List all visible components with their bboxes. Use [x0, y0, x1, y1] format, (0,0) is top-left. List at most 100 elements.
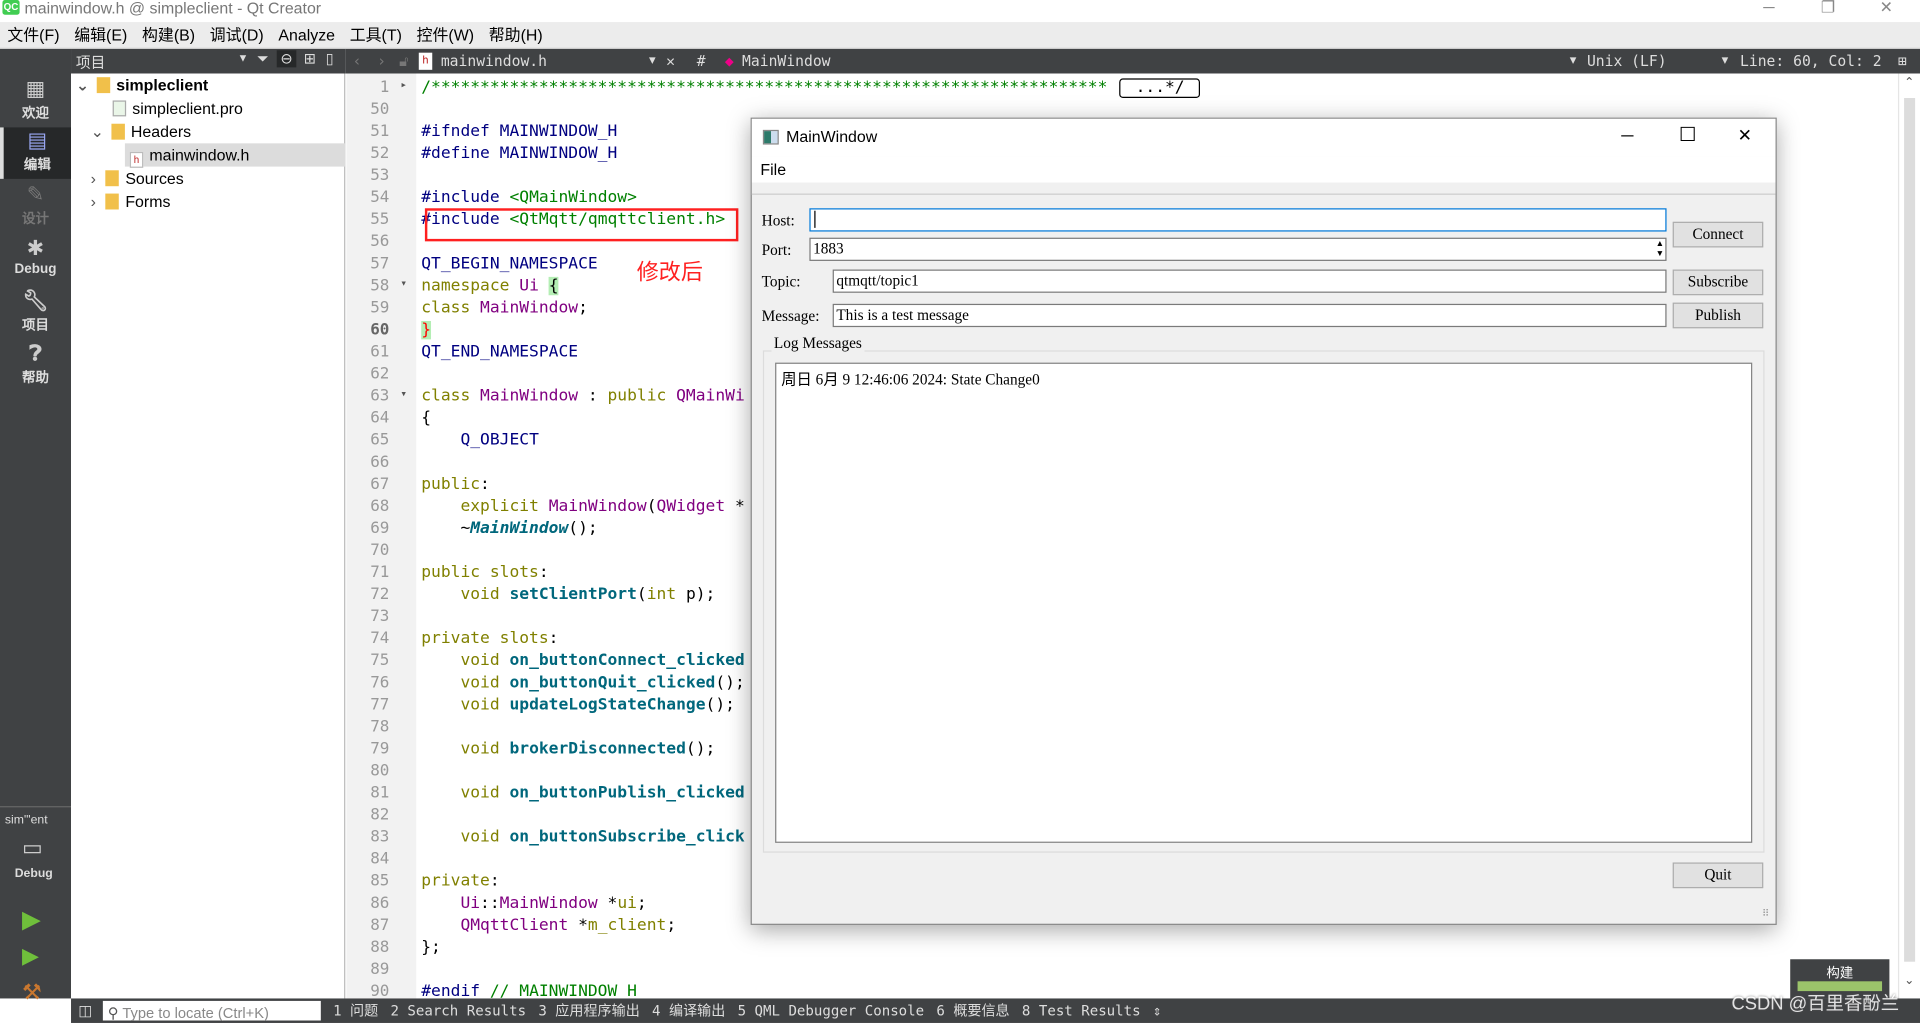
minimize-button[interactable]: ─ — [1763, 0, 1774, 16]
symbol-selector[interactable]: MainWindow — [742, 49, 830, 74]
build-hammer-button[interactable]: ⚒ — [22, 980, 42, 1006]
more-tabs-icon[interactable]: ⇕ — [1153, 1002, 1161, 1019]
mode-debug[interactable]: ✱ Debug — [0, 235, 71, 286]
mode-design[interactable]: ✎ 设计 — [0, 181, 71, 232]
menu-analyze[interactable]: Analyze — [271, 22, 342, 49]
line-number: 84 — [370, 850, 390, 869]
topic-input[interactable]: qtmqtt/topic1 — [832, 269, 1667, 293]
mode-edit[interactable]: ▤ 编辑 — [0, 127, 72, 179]
tab-search-results[interactable]: 2 Search Results — [390, 1002, 526, 1019]
line-number: 77 — [370, 695, 390, 715]
menu-debug[interactable]: 调试(D) — [202, 22, 271, 49]
code-line: } — [421, 320, 431, 342]
line-number: 63 — [370, 387, 390, 406]
chevron-down-icon[interactable]: ▼ — [1570, 49, 1577, 74]
fold-marker-icon[interactable]: ▸ — [400, 80, 407, 92]
code-token: p); — [685, 585, 716, 604]
filter-icon[interactable]: ⏷ — [257, 50, 269, 68]
split-editor-icon[interactable]: ⊞ — [1898, 49, 1907, 74]
tree-item-simpleclient[interactable]: ⌄ simpleclient — [76, 74, 208, 97]
dialog-minimize-button[interactable]: ─ — [1621, 125, 1633, 145]
host-input[interactable] — [809, 208, 1667, 232]
debug-run-button[interactable]: ▶ — [22, 943, 39, 969]
port-spinbox[interactable]: 1883 ▲ ▼ — [809, 237, 1667, 261]
menu-controls[interactable]: 控件(W) — [409, 22, 481, 49]
mode-projects[interactable]: 🔧︎ 项目 — [0, 288, 71, 339]
tree-item-forms[interactable]: › Forms — [91, 190, 171, 213]
document-selector[interactable]: mainwindow.h — [441, 49, 547, 74]
locator-input[interactable]: ⚲ Type to locate (Ctrl+K) — [102, 1000, 321, 1022]
code-token: /***************************************… — [421, 78, 1108, 97]
chevron-down-icon[interactable]: ▼ — [238, 51, 249, 63]
code-line: ~MainWindow(); — [421, 518, 597, 540]
tab-general-messages[interactable]: 6 概要信息 — [936, 1002, 1009, 1019]
chevron-down-icon[interactable]: ▼ — [1722, 49, 1729, 74]
chevron-down-icon[interactable]: ▼ — [649, 49, 656, 74]
scroll-down-icon[interactable]: ⌄ — [1904, 974, 1914, 987]
tab-compile-output[interactable]: 4 编译输出 — [652, 1002, 725, 1019]
close-document-button[interactable]: ✕ — [666, 49, 675, 74]
menu-edit[interactable]: 编辑(E) — [67, 22, 135, 49]
code-line: void updateLogStateChange(); — [421, 695, 734, 717]
close-pane-icon[interactable]: ▯ — [326, 50, 334, 67]
tree-item-sources[interactable]: › Sources — [91, 167, 184, 190]
message-input[interactable]: This is a test message — [832, 303, 1667, 328]
fold-marker-icon[interactable]: ▾ — [400, 388, 407, 400]
subscribe-button[interactable]: Subscribe — [1672, 269, 1764, 296]
editor-scrollbar[interactable]: ⌃ ⌄ — [1897, 73, 1920, 999]
publish-button[interactable]: Publish — [1672, 302, 1764, 329]
menu-build[interactable]: 构建(B) — [135, 22, 203, 49]
project-view-selector[interactable]: 项目 — [76, 51, 105, 72]
code-token: MainWindow — [480, 298, 579, 318]
tab-app-output[interactable]: 3 应用程序输出 — [538, 1002, 639, 1019]
menu-help[interactable]: 帮助(H) — [481, 22, 550, 49]
scroll-up-icon[interactable]: ⌃ — [1904, 76, 1914, 89]
close-button[interactable]: ✕ — [1880, 0, 1893, 17]
monitor-icon[interactable]: ▭ — [22, 836, 43, 862]
cursor-position[interactable]: Line: 60, Col: 2 — [1740, 49, 1882, 74]
code-token: }; — [421, 938, 441, 957]
tab-issues[interactable]: 1 问题 — [333, 1002, 378, 1019]
menu-tools[interactable]: 工具(T) — [342, 22, 409, 49]
tree-item-headers[interactable]: ⌄ Headers — [91, 120, 191, 143]
code-token: MAINWINDOW_H — [499, 144, 618, 163]
dialog-menu-file[interactable]: File — [760, 160, 786, 178]
split-icon[interactable]: ⊞ — [304, 50, 316, 67]
back-button[interactable]: ‹ — [353, 49, 362, 74]
dialog-maximize-button[interactable]: ☐ — [1679, 123, 1697, 148]
tree-item-pro[interactable]: simpleclient.pro — [112, 97, 243, 120]
fold-marker-icon[interactable]: ▾ — [400, 278, 407, 290]
menu-file[interactable]: 文件(F) — [0, 22, 67, 49]
toggle-sidebar-icon[interactable]: ◫ — [78, 998, 92, 1023]
mode-help[interactable]: ❓︎ 帮助 — [0, 341, 71, 392]
restore-button[interactable]: ❐ — [1821, 0, 1835, 17]
message-label: Message: — [761, 307, 820, 325]
code-token: ui — [617, 894, 637, 913]
kit-selector-label[interactable]: sim"'ent — [5, 813, 48, 826]
tab-qml-debugger[interactable]: 5 QML Debugger Console — [738, 1002, 925, 1019]
tab-test-results[interactable]: 8 Test Results — [1022, 1002, 1141, 1019]
spin-arrows-icon[interactable]: ▲ ▼ — [1656, 239, 1664, 259]
link-icon[interactable]: ⊖ — [276, 50, 297, 68]
log-textarea[interactable]: 周日 6月 9 12:46:06 2024: State Change0 — [775, 362, 1753, 843]
line-number: 55 — [370, 210, 390, 230]
line-number: 79 — [370, 739, 390, 759]
code-line: Ui::MainWindow *ui; — [421, 893, 646, 915]
code-line: void on_buttonConnect_clicked — [421, 651, 744, 673]
dialog-menubar: File — [751, 156, 1776, 183]
dialog-close-button[interactable]: ✕ — [1738, 125, 1752, 146]
line-ending-selector[interactable]: Unix (LF) — [1587, 49, 1667, 74]
folded-comment-marker[interactable]: ...*/ — [1119, 78, 1201, 99]
mode-welcome[interactable]: ▦ 欢迎 — [0, 76, 71, 127]
resize-grip-icon[interactable]: ⠿ — [1762, 908, 1769, 919]
class-icon: ◆ — [724, 52, 734, 70]
quit-button[interactable]: Quit — [1672, 862, 1764, 889]
line-number: 76 — [370, 673, 390, 693]
forward-button[interactable]: › — [377, 49, 386, 74]
menubar: 文件(F) 编辑(E) 构建(B) 调试(D) Analyze 工具(T) 控件(W) 帮助(… — [0, 22, 1920, 50]
code-token: #ifndef — [421, 122, 500, 141]
connect-button[interactable]: Connect — [1672, 221, 1764, 248]
tree-item-mainwindow-h[interactable]: h mainwindow.h — [124, 143, 346, 168]
scrollbar-thumb[interactable] — [1904, 98, 1916, 962]
run-button[interactable]: ▶ — [22, 904, 41, 935]
